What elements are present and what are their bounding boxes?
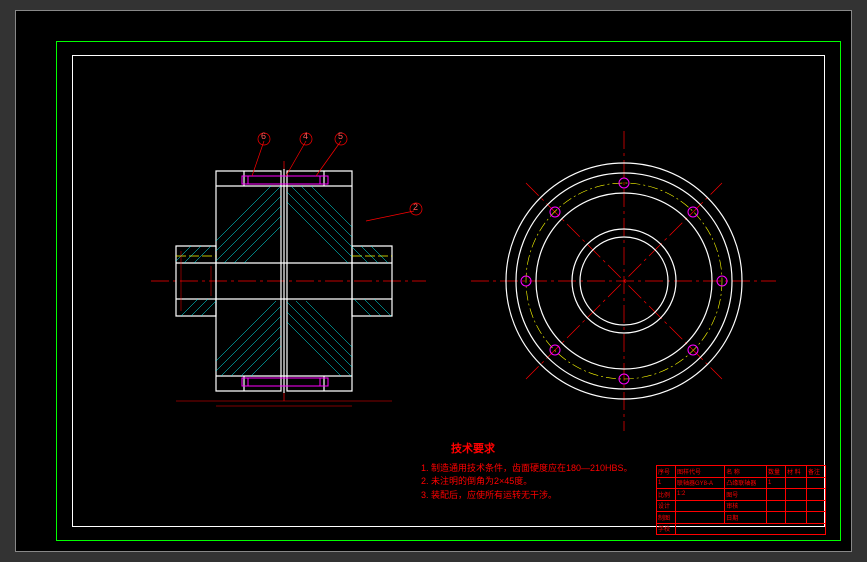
table-row: 制图 日期 bbox=[657, 512, 826, 524]
note-line-2: 2. 未注明的倒角为2×45度。 bbox=[421, 475, 633, 489]
balloon-6: 6 bbox=[261, 131, 266, 141]
note-line-1: 1. 制造通用技术条件，齿面硬度应在180—210HBS。 bbox=[421, 462, 633, 476]
table-row: 序号图样代号 名 称数量 材 料备注 bbox=[657, 466, 826, 478]
cad-viewport: 6 4 5 2 技术要求 1. 制造通用技术条件，齿面硬度应在180—210HB… bbox=[15, 10, 852, 552]
balloon-4: 4 bbox=[303, 131, 308, 141]
front-view bbox=[471, 131, 776, 431]
table-row: 1联轴器GY8-A 凸缘联轴器1 bbox=[657, 477, 826, 489]
technical-notes: 技术要求 1. 制造通用技术条件，齿面硬度应在180—210HBS。 2. 未注… bbox=[421, 441, 633, 502]
balloon-5: 5 bbox=[338, 131, 343, 141]
table-row: 比例1:2 图号 bbox=[657, 489, 826, 501]
balloon-2: 2 bbox=[413, 202, 418, 212]
notes-title: 技术要求 bbox=[451, 441, 633, 458]
title-block: 序号图样代号 名 称数量 材 料备注 1联轴器GY8-A 凸缘联轴器1 比例1:… bbox=[656, 465, 826, 535]
section-view bbox=[151, 133, 426, 406]
table-row: 设计 审核 bbox=[657, 500, 826, 512]
table-row: 学校 bbox=[657, 523, 826, 535]
note-line-3: 3. 装配后，应使所有运转无干涉。 bbox=[421, 489, 633, 503]
